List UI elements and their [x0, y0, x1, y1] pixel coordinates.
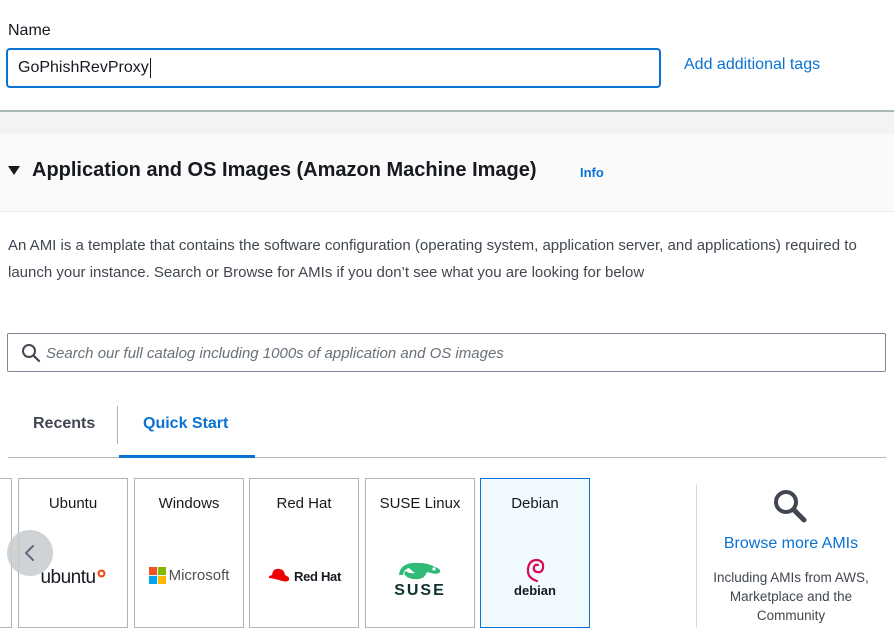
redhat-logo-icon: Red Hat [250, 567, 358, 585]
tab-recents[interactable]: Recents [33, 415, 95, 433]
browse-more-amis-subtext: Including AMIs from AWS, Marketplace and… [713, 570, 869, 623]
section-title: Application and OS Images (Amazon Machin… [32, 159, 537, 181]
suse-chameleon-icon [399, 562, 441, 580]
section-spacer [0, 112, 894, 134]
active-tab-indicator [119, 455, 255, 458]
debian-logo-text: debian [514, 583, 556, 598]
ami-card-name: Windows [158, 495, 220, 512]
microsoft-logo-text: Microsoft [168, 567, 230, 584]
browse-separator [696, 484, 697, 628]
microsoft-logo-icon: Microsoft [135, 567, 243, 584]
search-input[interactable] [46, 340, 866, 366]
suse-logo-icon: SUSE [366, 559, 474, 600]
ami-card-windows[interactable]: Windows Microsoft [134, 478, 244, 628]
ubuntu-circle-icon [97, 568, 106, 578]
ami-card-debian[interactable]: Debian debian [480, 478, 590, 628]
redhat-logo-text: Red Hat [293, 568, 342, 584]
add-additional-tags-link[interactable]: Add additional tags [684, 56, 820, 74]
ami-card-redhat[interactable]: Red Hat Red Hat [249, 478, 359, 628]
ami-section-header[interactable]: Application and OS Images (Amazon Machin… [0, 134, 894, 212]
ami-description: An AMI is a template that contains the s… [8, 237, 857, 281]
chevron-left-icon [25, 545, 34, 561]
search-icon [22, 344, 41, 363]
debian-logo-icon: debian [481, 557, 589, 598]
name-label: Name [8, 22, 51, 39]
ami-card-name: Ubuntu [48, 495, 98, 512]
name-input[interactable]: GoPhishRevProxy [6, 48, 661, 88]
suse-logo-text: SUSE [394, 582, 446, 599]
carousel-previous-button[interactable] [7, 530, 53, 576]
info-link[interactable]: Info [580, 165, 604, 180]
debian-swirl-icon [526, 558, 545, 583]
ami-card-suse[interactable]: SUSE Linux SUSE [365, 478, 475, 628]
tab-quick-start[interactable]: Quick Start [143, 415, 228, 433]
ami-search-box[interactable] [7, 333, 886, 372]
magnifier-icon[interactable] [772, 488, 808, 524]
text-caret [149, 58, 151, 78]
windows-squares-icon [148, 567, 166, 584]
tab-separator [117, 406, 118, 444]
name-input-value: GoPhishRevProxy [18, 59, 149, 76]
ubuntu-logo-text: ubuntu [40, 567, 96, 588]
caret-down-icon[interactable] [8, 166, 20, 175]
ami-card-name: SUSE Linux [379, 495, 461, 512]
ami-card-name: Debian [511, 495, 559, 512]
red-hat-shape-icon [268, 568, 290, 582]
ami-card-name: Red Hat [276, 495, 332, 512]
browse-more-amis-link[interactable]: Browse more AMIs [696, 535, 886, 553]
